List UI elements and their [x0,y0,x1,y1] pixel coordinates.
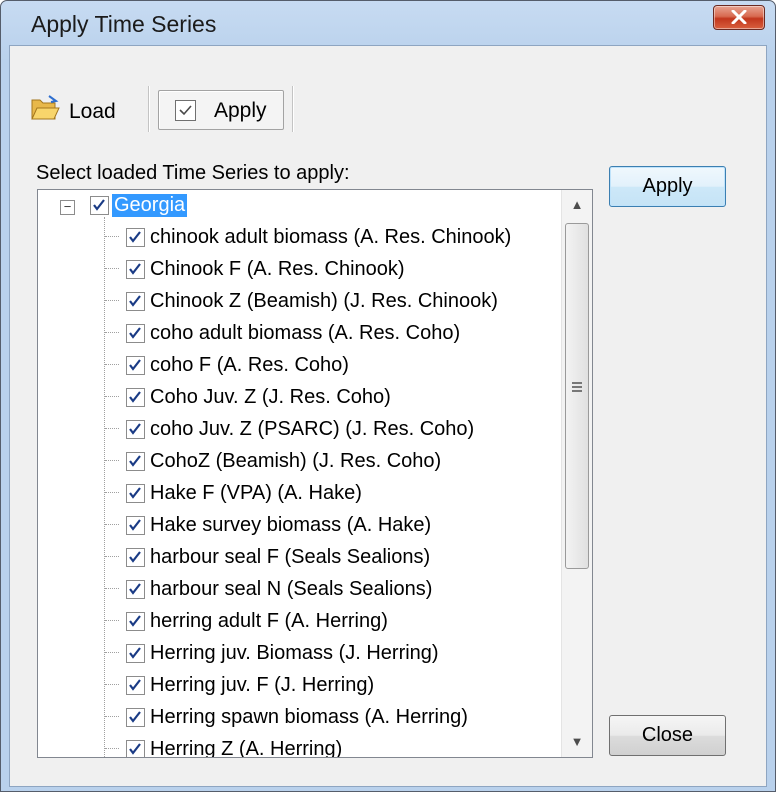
checkmark-icon [129,615,141,627]
item-checkbox[interactable] [126,356,145,375]
tree-connector [105,620,119,621]
item-checkbox[interactable] [126,676,145,695]
tree-connector [105,236,119,237]
section-label: Select loaded Time Series to apply: [36,162,350,184]
tree-connector [105,268,119,269]
checkmark-icon [129,551,141,563]
tree-item-label: Hake survey biomass (A. Hake) [150,514,432,536]
checkmark-icon [93,199,105,211]
tree-connector [105,748,119,749]
toolbar: Load Apply [10,46,766,132]
checkmark-icon [129,647,141,659]
checkbox-icon [175,100,196,121]
item-checkbox[interactable] [126,452,145,471]
checkmark-icon [129,583,141,595]
title-bar: Apply Time Series [1,1,775,45]
grip-icon [572,382,582,392]
tree-item-label: harbour seal F (Seals Sealions) [150,546,431,568]
tree-item-label: coho adult biomass (A. Res. Coho) [150,322,461,344]
item-checkbox[interactable] [126,740,145,757]
load-label: Load [69,100,116,123]
item-checkbox[interactable] [126,260,145,279]
checkmark-icon [129,455,141,467]
toolbar-separator [148,86,150,132]
close-button[interactable]: Close [609,715,726,756]
tree-connector [105,492,119,493]
tree-connector [105,716,119,717]
tree-item-label: coho F (A. Res. Coho) [150,354,349,376]
tree-connector [105,556,119,557]
tree-item-label: Chinook F (A. Res. Chinook) [150,258,405,280]
item-checkbox[interactable] [126,580,145,599]
tree-item-label: herring adult F (A. Herring) [150,610,388,632]
window-close-button[interactable] [713,5,765,30]
root-checkbox[interactable] [90,196,109,215]
tree-connector [105,364,119,365]
tree-connector [105,300,119,301]
checkmark-icon [129,519,141,531]
apply-button[interactable]: Apply [609,166,726,207]
tree-connector [105,332,119,333]
apply-time-series-dialog: Apply Time Series Load Apply Select load… [0,0,776,792]
checkmark-icon [129,679,141,691]
tree-connector [105,588,119,589]
checkmark-icon [129,711,141,723]
root-label: Georgia [112,194,188,217]
tree-connector [105,524,119,525]
scroll-down-arrow[interactable]: ▼ [562,727,592,757]
toolbar-apply-button[interactable]: Apply [158,90,284,130]
tree-item-label: CohoZ (Beamish) (J. Res. Coho) [150,450,442,472]
checkmark-icon [129,327,141,339]
checkmark-icon [129,391,141,403]
item-checkbox[interactable] [126,644,145,663]
checkmark-icon [129,487,141,499]
tree-item-label: Coho Juv. Z (J. Res. Coho) [150,386,391,408]
tree-item-label: Hake F (VPA) (A. Hake) [150,482,362,504]
scroll-up-arrow[interactable]: ▲ [562,190,592,220]
tree-connector [105,396,119,397]
dialog-content: Load Apply Select loaded Time Series to … [9,45,767,787]
item-checkbox[interactable] [126,228,145,247]
item-checkbox[interactable] [126,516,145,535]
tree-item-label: Herring spawn biomass (A. Herring) [150,706,468,728]
tree-item-label: Herring juv. F (J. Herring) [150,674,375,696]
checkmark-icon [129,231,141,243]
tree-connector [105,684,119,685]
checkmark-icon [129,423,141,435]
tree-item-label: harbour seal N (Seals Sealions) [150,578,433,600]
open-folder-icon [30,94,60,128]
window-title: Apply Time Series [31,11,217,37]
item-checkbox[interactable] [126,388,145,407]
checkmark-icon [129,359,141,371]
toolbar-separator [292,86,294,132]
vertical-scrollbar[interactable]: ▲ ▼ [561,190,592,757]
item-checkbox[interactable] [126,324,145,343]
tree-connector [105,428,119,429]
item-checkbox[interactable] [126,292,145,311]
checkmark-icon [129,743,141,755]
tree-connector [105,652,119,653]
tree-item-label: coho Juv. Z (PSARC) (J. Res. Coho) [150,418,475,440]
tree-item-label: Herring Z (A. Herring) [150,738,343,758]
item-checkbox[interactable] [126,484,145,503]
item-checkbox[interactable] [126,612,145,631]
checkmark-icon [129,295,141,307]
tree-item-label: Chinook Z (Beamish) (J. Res. Chinook) [150,290,498,312]
item-checkbox[interactable] [126,548,145,567]
item-checkbox[interactable] [126,708,145,727]
tree-connector [105,460,119,461]
item-checkbox[interactable] [126,420,145,439]
tree-connector [104,217,105,757]
time-series-tree[interactable]: − Georgia chinook adult biomass (A. Res.… [37,189,593,758]
tree-item-label: Herring juv. Biomass (J. Herring) [150,642,439,664]
checkmark-icon [129,263,141,275]
toolbar-apply-label: Apply [214,99,267,122]
collapse-toggle[interactable]: − [60,200,75,215]
tree-item-label: chinook adult biomass (A. Res. Chinook) [150,226,512,248]
close-icon [731,10,747,24]
scroll-thumb[interactable] [565,223,589,569]
